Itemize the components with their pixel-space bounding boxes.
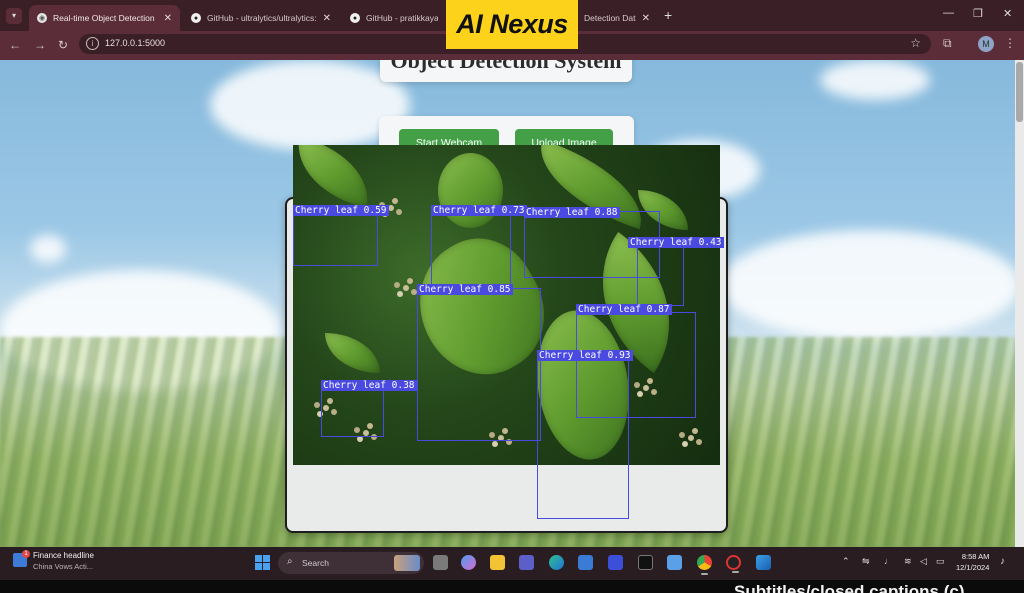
detection-box xyxy=(417,288,541,441)
detection-label: Cherry leaf 0.88 xyxy=(524,207,620,218)
profile-avatar[interactable]: M xyxy=(978,36,994,52)
github-icon: ● xyxy=(191,13,201,23)
capcut-icon[interactable] xyxy=(638,555,653,570)
detection-label: Cherry leaf 0.85 xyxy=(417,284,513,295)
clock-time: 8:58 AM xyxy=(961,552,990,561)
back-arrow-icon[interactable]: ← xyxy=(9,38,21,52)
tab-search-button[interactable]: ▾ xyxy=(6,8,22,24)
blossom xyxy=(403,285,409,291)
search-icon: ⌕ xyxy=(287,556,293,567)
detection-label: Cherry leaf 0.59 xyxy=(293,205,389,216)
news-headline[interactable]: Finance headline xyxy=(33,551,94,560)
wifi-icon[interactable]: ≋ xyxy=(904,556,912,567)
detection-box xyxy=(431,209,511,285)
tab-close-icon[interactable]: ✕ xyxy=(164,13,172,24)
github-icon: ● xyxy=(350,13,360,23)
detection-label: Cherry leaf 0.73 xyxy=(431,205,527,216)
show-hidden-icons-chevron-icon[interactable]: ⌃ xyxy=(842,556,850,567)
page-scrollbar[interactable] xyxy=(1015,60,1024,547)
detection-box xyxy=(293,209,378,266)
detection-label: Cherry leaf 0.93 xyxy=(537,350,633,361)
system-clock[interactable]: 8:58 AM 12/1/2024 xyxy=(956,551,989,573)
search-placeholder: Search xyxy=(302,558,329,568)
windows-start-icon[interactable] xyxy=(255,555,270,570)
background-cloud xyxy=(820,60,930,100)
store-icon[interactable] xyxy=(578,555,593,570)
forward-arrow-icon[interactable]: → xyxy=(34,38,46,52)
news-badge: 1 xyxy=(22,550,30,558)
background-cloud xyxy=(720,230,1020,340)
network-icon[interactable]: ⇋ xyxy=(862,556,870,567)
edge-icon[interactable] xyxy=(549,555,564,570)
browser-menu-icon[interactable]: ⋮ xyxy=(1004,36,1016,50)
clock-date: 12/1/2024 xyxy=(956,563,990,572)
leaf xyxy=(325,333,380,373)
teams-icon[interactable] xyxy=(519,555,534,570)
tab-real-time-object-detection[interactable]: ◉ Real-time Object Detection ✕ xyxy=(29,5,180,31)
background-cloud xyxy=(30,235,66,263)
minimize-button[interactable]: — xyxy=(943,7,954,19)
detection-label: Cherry leaf 0.43 xyxy=(628,237,724,248)
tab-github-ultralytics[interactable]: ● GitHub - ultralytics/ultralytics: U ✕ xyxy=(183,5,339,31)
battery-icon[interactable]: ▭ xyxy=(936,556,945,567)
detection-label: Cherry leaf 0.87 xyxy=(576,304,672,315)
detection-box xyxy=(537,355,629,519)
subtitle-text: Subtitles/closed captions (c) xyxy=(734,582,965,593)
detection-box xyxy=(321,385,384,437)
microphone-icon[interactable]: ♩ xyxy=(884,556,893,566)
title-card: Object Detection System xyxy=(380,60,632,82)
tab-detection-dataset[interactable]: Detection Datas ✕ xyxy=(576,5,658,31)
photos-icon[interactable] xyxy=(756,555,771,570)
search-highlight-image xyxy=(394,555,420,571)
recorder-icon[interactable] xyxy=(726,555,741,573)
file-explorer-icon[interactable] xyxy=(490,555,505,570)
close-window-button[interactable]: ✕ xyxy=(1003,7,1012,20)
brand-overlay: AI Nexus xyxy=(446,0,578,49)
tab-github-pratikkayal[interactable]: ● GitHub - pratikkayal/Pl xyxy=(342,5,446,31)
tab-close-icon[interactable]: ✕ xyxy=(642,13,650,24)
bookmark-star-icon[interactable]: ☆ xyxy=(910,36,921,50)
new-tab-button[interactable]: + xyxy=(664,8,672,22)
leaf xyxy=(293,145,378,208)
tab-title: Detection Datas xyxy=(584,13,636,23)
notification-bell-icon[interactable]: ♪ xyxy=(1000,556,1005,567)
tab-title: GitHub - ultralytics/ultralytics: U xyxy=(207,13,317,23)
subtitle-overlay: Subtitles/closed captions (c) xyxy=(0,580,1024,593)
news-subtitle[interactable]: China Vows Acti... xyxy=(33,562,93,571)
taskbar: 1 Finance headline China Vows Acti... ⌕ … xyxy=(0,547,1024,580)
page-title: Object Detection System xyxy=(390,60,622,73)
tab-title: Real-time Object Detection xyxy=(53,13,155,23)
detection-label: Cherry leaf 0.38 xyxy=(321,380,417,391)
tab-title: GitHub - pratikkayal/Pl xyxy=(366,13,438,23)
notepad-icon[interactable] xyxy=(667,555,682,570)
detection-box xyxy=(637,241,684,306)
blossom xyxy=(388,205,394,211)
reload-icon[interactable]: ↻ xyxy=(58,38,68,52)
url-text[interactable]: 127.0.0.1:5000 xyxy=(105,38,165,48)
extensions-icon[interactable]: ⧉ xyxy=(943,36,952,51)
blossom xyxy=(688,435,694,441)
media-icon[interactable] xyxy=(608,555,623,570)
task-view-icon[interactable] xyxy=(433,555,448,570)
scrollbar-thumb[interactable] xyxy=(1016,62,1023,122)
taskbar-search[interactable]: ⌕ Search xyxy=(278,552,424,574)
volume-icon[interactable]: ◁ xyxy=(920,556,927,567)
site-info-icon[interactable]: i xyxy=(86,37,99,50)
chrome-icon[interactable] xyxy=(697,555,712,575)
copilot-icon[interactable] xyxy=(461,555,476,570)
restore-button[interactable]: ❐ xyxy=(973,7,983,20)
tab-close-icon[interactable]: ✕ xyxy=(323,13,331,24)
app-favicon-icon: ◉ xyxy=(37,13,47,23)
